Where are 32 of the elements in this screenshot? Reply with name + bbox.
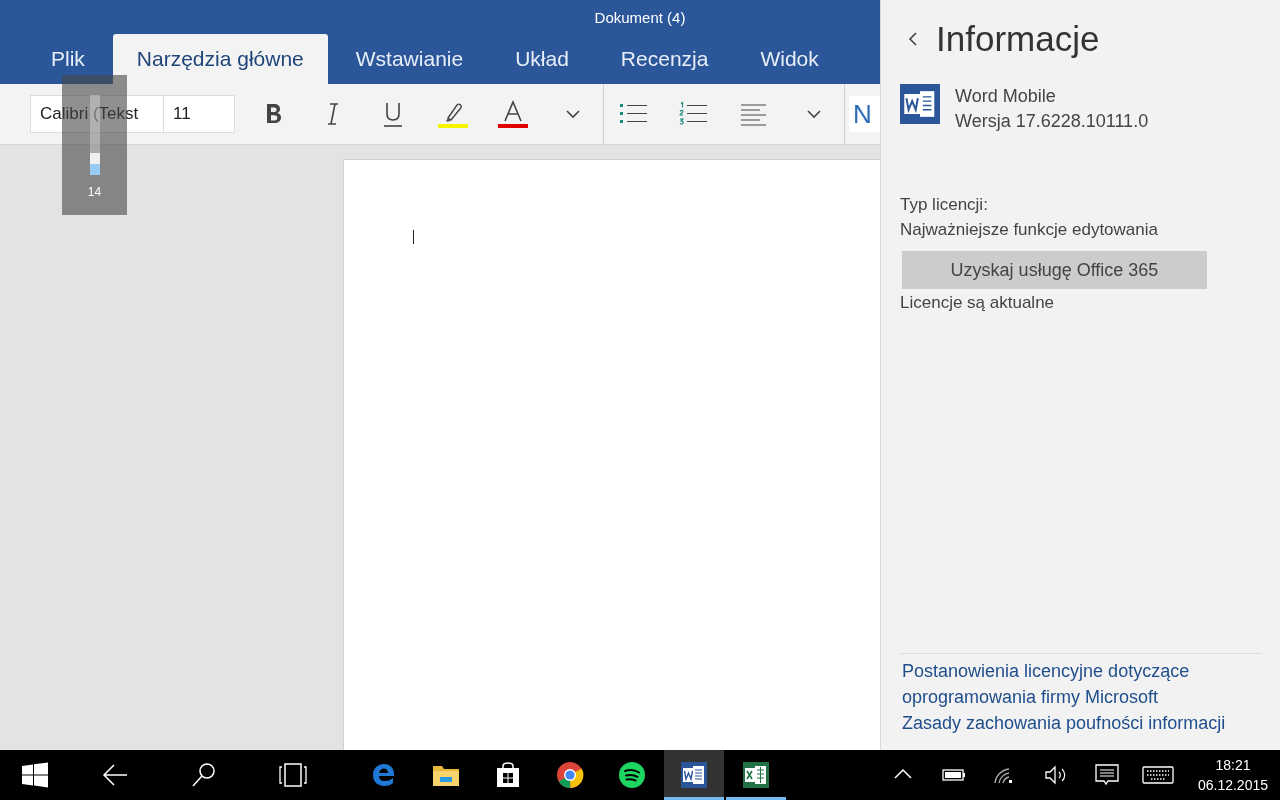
- spotify-icon[interactable]: [618, 761, 646, 789]
- ribbon-tab[interactable]: Narzędzia główne: [112, 34, 328, 84]
- clock-time[interactable]: 18:21: [1197, 755, 1268, 775]
- app-version: Wersja 17.6228.10111.0: [955, 110, 1149, 133]
- search-icon[interactable]: [189, 761, 218, 789]
- get-office-button[interactable]: Uzyskaj usługę Office 365: [902, 251, 1207, 289]
- license-status: Licencje są aktualne: [900, 293, 1056, 313]
- text-cursor: [413, 230, 414, 244]
- panel-link[interactable]: Zasady zachowania poufności informacji: [900, 710, 1262, 736]
- word-icon: [900, 84, 940, 124]
- volume-reading: 14: [87, 185, 102, 199]
- task-view-icon[interactable]: [278, 761, 307, 789]
- panel-title: Informacje: [936, 19, 1100, 59]
- clock-date[interactable]: 06.12.2015: [1197, 775, 1268, 795]
- shopping-bag-icon[interactable]: [494, 761, 522, 789]
- ribbon-tab[interactable]: Widok: [736, 34, 843, 84]
- panel-link[interactable]: Postanowienia licencyjne dotyczące oprogramowania firmy Microsoft: [900, 658, 1202, 710]
- ribbon-tab[interactable]: Recenzja: [596, 34, 733, 84]
- style-preview[interactable]: N: [849, 96, 880, 132]
- ribbon-tab[interactable]: Plik: [27, 34, 109, 84]
- ribbon-tab[interactable]: Wstawianie: [331, 34, 488, 84]
- font-size-field[interactable]: 11: [164, 95, 235, 133]
- start-icon[interactable]: [21, 761, 49, 789]
- excel-icon[interactable]: [742, 761, 770, 789]
- word-icon[interactable]: [680, 761, 708, 789]
- app-name: Word Mobile: [955, 85, 1057, 108]
- window-title: Dokument (4): [594, 8, 686, 26]
- license-label: Typ licencji:: [900, 194, 989, 216]
- ribbon-tab[interactable]: Układ: [491, 34, 593, 84]
- font-color-icon[interactable]: [498, 99, 528, 129]
- chrome-icon[interactable]: [556, 761, 584, 789]
- license-type: Najważniejsze funkcje edytowania: [900, 219, 1159, 241]
